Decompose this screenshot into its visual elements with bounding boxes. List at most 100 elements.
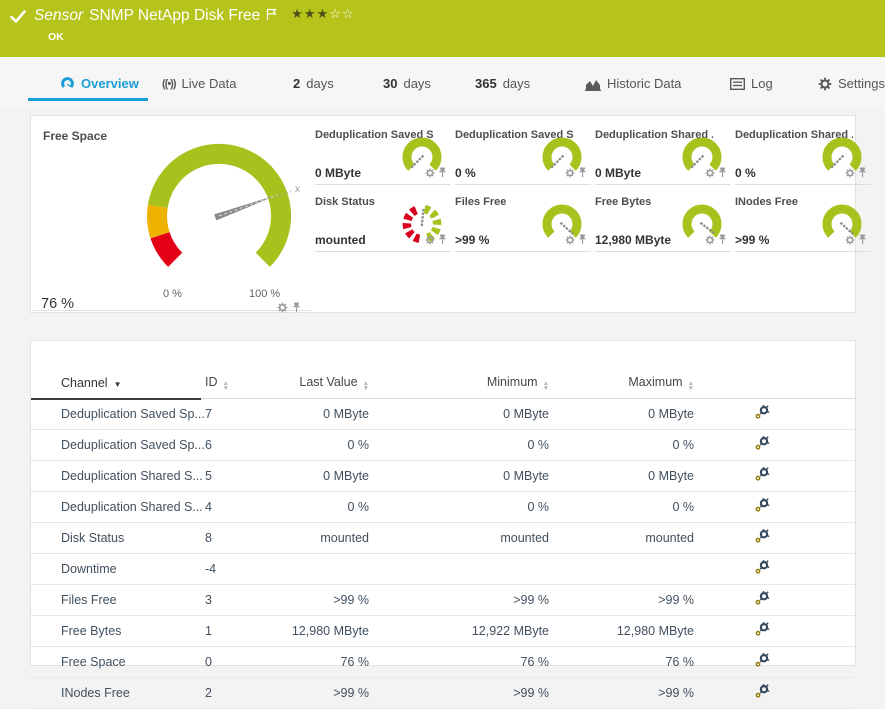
cell-minimum: 12,922 MByte bbox=[373, 616, 553, 647]
cell-last-value: >99 % bbox=[286, 678, 373, 709]
table-row: Disk Status8mountedmountedmounted bbox=[31, 523, 855, 554]
gauge-marker-x: x bbox=[295, 184, 300, 195]
cell-minimum: mounted bbox=[373, 523, 553, 554]
tab-live-data[interactable]: ((•))Live Data bbox=[162, 57, 236, 110]
tab-label: Live Data bbox=[182, 76, 237, 91]
flag-icon[interactable] bbox=[266, 8, 277, 26]
cell-id: 3 bbox=[201, 585, 286, 616]
gauge-cell-value: mounted bbox=[315, 233, 366, 247]
tab-settings[interactable]: Settings bbox=[818, 57, 885, 110]
tab-label: Historic Data bbox=[607, 76, 681, 91]
channel-settings-icon[interactable] bbox=[754, 653, 770, 671]
sort-both-icon: ▲▼ bbox=[543, 381, 549, 391]
cell-last-value: >99 % bbox=[286, 585, 373, 616]
priority-stars[interactable]: ★★★☆☆ bbox=[291, 6, 354, 22]
cell-id: 0 bbox=[201, 647, 286, 678]
column-header-channel[interactable]: Channel▼ bbox=[31, 371, 201, 399]
tab-label: Settings bbox=[838, 76, 885, 91]
object-kind-label: Sensor bbox=[34, 7, 83, 25]
gear-icon[interactable] bbox=[425, 232, 435, 250]
cell-channel: Deduplication Saved Sp... bbox=[31, 430, 201, 461]
gear-icon[interactable] bbox=[705, 232, 715, 250]
column-header-id[interactable]: ID▲▼ bbox=[201, 371, 286, 399]
gear-icon[interactable] bbox=[705, 165, 715, 183]
table-row: Free Space076 %76 %76 % bbox=[31, 647, 855, 678]
gauge-cell: Free Bytes 12,980 MByte bbox=[595, 193, 731, 252]
tab-label: Overview bbox=[81, 76, 139, 91]
cell-last-value: mounted bbox=[286, 523, 373, 554]
pin-icon[interactable] bbox=[438, 165, 447, 183]
gauge-needle bbox=[831, 156, 843, 168]
cell-minimum: >99 % bbox=[373, 585, 553, 616]
cell-last-value: 0 MByte bbox=[286, 461, 373, 492]
tab-historic-data[interactable]: Historic Data bbox=[585, 57, 681, 110]
sort-desc-icon: ▼ bbox=[114, 380, 122, 389]
pin-icon[interactable] bbox=[578, 165, 587, 183]
table-row: Downtime-4 bbox=[31, 554, 855, 585]
overview-panel: Free Space x 0 % 100 % 76 % Deduplicatio… bbox=[30, 115, 856, 313]
tab-label: days bbox=[306, 76, 333, 91]
gauge-icon bbox=[60, 76, 75, 91]
gear-icon[interactable] bbox=[277, 300, 288, 318]
channel-settings-icon[interactable] bbox=[754, 591, 770, 609]
pin-icon[interactable] bbox=[858, 232, 867, 250]
cell-minimum: 0 MByte bbox=[373, 399, 553, 430]
gauge-cell: Disk Status mounted bbox=[315, 193, 451, 252]
channel-settings-icon[interactable] bbox=[754, 684, 770, 702]
cell-channel: Disk Status bbox=[31, 523, 201, 554]
tab-bar: Overview((•))Live Data2days30days365days… bbox=[0, 57, 885, 110]
pin-icon[interactable] bbox=[718, 165, 727, 183]
tab-label: days bbox=[403, 76, 430, 91]
tab-number: 365 bbox=[475, 76, 497, 91]
gear-icon[interactable] bbox=[565, 232, 575, 250]
cell-id: 1 bbox=[201, 616, 286, 647]
gear-icon[interactable] bbox=[425, 165, 435, 183]
column-header-minimum[interactable]: Minimum▲▼ bbox=[373, 371, 553, 399]
cell-last-value: 12,980 MByte bbox=[286, 616, 373, 647]
table-row: INodes Free2>99 %>99 %>99 % bbox=[31, 678, 855, 709]
pin-icon[interactable] bbox=[858, 165, 867, 183]
gear-icon[interactable] bbox=[565, 165, 575, 183]
cell-last-value bbox=[286, 554, 373, 585]
gear-icon bbox=[818, 77, 832, 91]
cell-last-value: 0 % bbox=[286, 430, 373, 461]
column-header-maximum[interactable]: Maximum▲▼ bbox=[553, 371, 698, 399]
table-row: Deduplication Shared S...40 %0 %0 % bbox=[31, 492, 855, 523]
channel-settings-icon[interactable] bbox=[754, 436, 770, 454]
cell-maximum bbox=[553, 554, 698, 585]
cell-id: 2 bbox=[201, 678, 286, 709]
gauge-cell: Deduplication Shared ... 0 MByte bbox=[595, 126, 731, 185]
channel-settings-icon[interactable] bbox=[754, 405, 770, 423]
channel-settings-icon[interactable] bbox=[754, 622, 770, 640]
gear-icon[interactable] bbox=[845, 165, 855, 183]
gauge-scale-min: 0 % bbox=[163, 288, 182, 300]
cell-channel: INodes Free bbox=[31, 678, 201, 709]
gauge-cell-value: 0 MByte bbox=[315, 166, 361, 180]
tab-overview[interactable]: Overview bbox=[60, 57, 139, 110]
column-header-last-value[interactable]: Last Value▲▼ bbox=[286, 371, 373, 399]
pin-icon[interactable] bbox=[718, 232, 727, 250]
tab-log[interactable]: Log bbox=[730, 57, 773, 110]
tab-30-days[interactable]: 30 days bbox=[383, 57, 431, 110]
cell-channel: Files Free bbox=[31, 585, 201, 616]
tab-365-days[interactable]: 365days bbox=[475, 57, 530, 110]
pin-icon[interactable] bbox=[578, 232, 587, 250]
cell-minimum: 0 MByte bbox=[373, 461, 553, 492]
cell-minimum: 0 % bbox=[373, 492, 553, 523]
sensor-status-text: OK bbox=[48, 31, 64, 43]
channel-settings-icon[interactable] bbox=[754, 467, 770, 485]
channel-settings-icon[interactable] bbox=[754, 498, 770, 516]
gear-icon[interactable] bbox=[845, 232, 855, 250]
pin-icon[interactable] bbox=[438, 232, 447, 250]
log-icon bbox=[730, 78, 745, 90]
sensor-status-banner: Sensor SNMP NetApp Disk Free ★★★☆☆ OK bbox=[0, 0, 885, 57]
tab-number: 30 bbox=[383, 76, 397, 91]
cell-id: -4 bbox=[201, 554, 286, 585]
tab-2-days[interactable]: 2days bbox=[293, 57, 334, 110]
gauge-cell-value: 0 MByte bbox=[595, 166, 641, 180]
cell-channel: Deduplication Shared S... bbox=[31, 461, 201, 492]
cell-maximum: 0 MByte bbox=[553, 399, 698, 430]
channel-settings-icon[interactable] bbox=[754, 560, 770, 578]
pin-icon[interactable] bbox=[292, 300, 301, 318]
channel-settings-icon[interactable] bbox=[754, 529, 770, 547]
